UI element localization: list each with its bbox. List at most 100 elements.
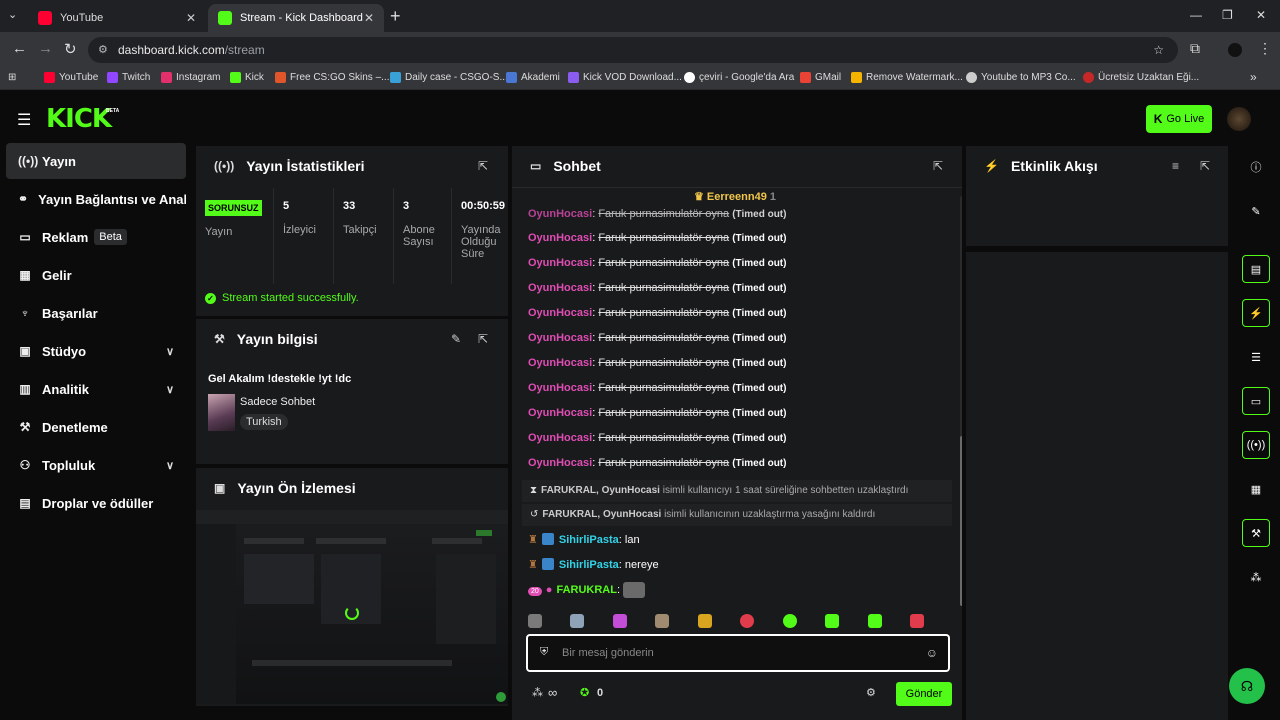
shield-icon[interactable]: ⛨ bbox=[540, 646, 548, 659]
restore-icon[interactable]: ❐ bbox=[1222, 8, 1233, 22]
info-icon[interactable]: ⓘ bbox=[1242, 153, 1270, 181]
site-info-icon[interactable]: ⚙ bbox=[98, 37, 108, 63]
bookmark-kick[interactable]: Kick bbox=[230, 72, 264, 83]
bookmark-ceviri[interactable]: çeviri - Google'da Ara bbox=[684, 72, 794, 83]
emote-icon[interactable] bbox=[528, 613, 542, 628]
bookmarks-more-icon[interactable]: » bbox=[1250, 70, 1257, 84]
popout-icon[interactable]: ⇱ bbox=[478, 332, 488, 346]
broadcast-icon[interactable]: ((•)) bbox=[1242, 431, 1270, 459]
popout-icon[interactable]: ⇱ bbox=[478, 159, 488, 173]
minimize-icon[interactable]: — bbox=[1190, 8, 1202, 22]
star-icon[interactable]: ☆ bbox=[1153, 37, 1164, 63]
send-button[interactable]: Gönder bbox=[896, 682, 952, 706]
close-icon[interactable]: ✕ bbox=[186, 11, 196, 25]
forward-icon[interactable]: → bbox=[38, 40, 53, 57]
back-icon[interactable]: ← bbox=[12, 40, 27, 57]
chat-icon[interactable]: ▭ bbox=[1242, 387, 1270, 415]
apps-grid-icon[interactable]: ⊞ bbox=[8, 72, 16, 83]
emote-icon[interactable] bbox=[570, 613, 585, 628]
emote-icon[interactable] bbox=[825, 613, 840, 628]
bookmark-akademi[interactable]: Akademi bbox=[506, 72, 560, 83]
bookmark-gmail[interactable]: GMail bbox=[800, 72, 841, 83]
sidebar-item-droplar[interactable]: ▤ Droplar ve ödüller bbox=[6, 485, 186, 521]
new-tab-button[interactable]: + bbox=[390, 6, 401, 27]
emote-icon[interactable] bbox=[612, 613, 627, 628]
share-nodes-icon[interactable]: ⁂ bbox=[1242, 563, 1270, 591]
sidebar-item-denetleme[interactable]: ⚒ Denetleme bbox=[6, 409, 186, 445]
stat-stream-health: SORUNSUZ Yayın bbox=[196, 188, 274, 284]
reload-icon[interactable]: ↻ bbox=[64, 40, 77, 58]
stats-columns: SORUNSUZ Yayın 5 İzleyici 33 Takipçi 3 A… bbox=[196, 188, 508, 288]
address-bar: ← → ↻ ⚙ dashboard.kick.com/stream ☆ ⧉ ⋮ bbox=[0, 32, 1280, 68]
kicks-icon[interactable]: ✪ bbox=[580, 686, 589, 699]
sidebar-item-analitik[interactable]: ▥ Analitik ∨ bbox=[6, 371, 186, 407]
kick-logo[interactable]: KICK bbox=[46, 104, 112, 134]
points-icon[interactable]: ⁂ bbox=[532, 686, 543, 699]
extensions-icon[interactable]: ⧉ bbox=[1190, 40, 1200, 57]
sidebar-item-studyo[interactable]: ▣ Stüdyo ∨ bbox=[6, 333, 186, 369]
emote-icon[interactable] bbox=[782, 613, 797, 628]
filter-icon[interactable]: ≡ bbox=[1172, 159, 1179, 173]
bookmark-kick-vod[interactable]: Kick VOD Download... bbox=[568, 72, 682, 83]
sidebar-item-basarilar[interactable]: ♆ Başarılar bbox=[6, 295, 186, 331]
bookmark-remove-watermark[interactable]: Remove Watermark... bbox=[851, 72, 963, 83]
popout-icon[interactable]: ⇱ bbox=[933, 159, 943, 173]
bookmark-daily-case[interactable]: Daily case - CSGO-S... bbox=[390, 72, 508, 83]
sidebar-item-stream-key[interactable]: ⚭ Yayın Bağlantısı ve Anahtarı bbox=[6, 181, 186, 217]
avatar[interactable] bbox=[1227, 107, 1251, 131]
browser-tab-kick[interactable]: Stream - Kick Dashboard ✕ bbox=[208, 4, 384, 32]
bookmarks-bar: ⊞ YouTube Twitch Instagram Kick Free CS:… bbox=[0, 68, 1280, 90]
stat-value: 5 bbox=[283, 200, 290, 212]
emote-icon[interactable] bbox=[655, 613, 670, 628]
lightning-icon[interactable]: ⚡ bbox=[1242, 299, 1270, 327]
bookmark-youtube[interactable]: YouTube bbox=[44, 72, 98, 83]
revenue-icon: ▦ bbox=[19, 268, 31, 282]
emote-icon[interactable] bbox=[740, 613, 755, 628]
emote-quick-bar bbox=[526, 612, 936, 630]
menu-icon[interactable]: ☰ bbox=[17, 110, 31, 130]
stats-widget-icon[interactable]: ▤ bbox=[1242, 255, 1270, 283]
list-icon[interactable]: ☰ bbox=[1242, 343, 1270, 371]
category-name[interactable]: Sadece Sohbet bbox=[240, 396, 315, 408]
browser-tab-youtube[interactable]: YouTube ✕ bbox=[28, 4, 206, 32]
bookmark-yt-mp3[interactable]: Youtube to MP3 Co... bbox=[966, 72, 1076, 83]
sidebar-item-reklam[interactable]: ▭ Reklam Beta bbox=[6, 219, 186, 255]
tab-search-chevron-icon[interactable]: ⌄ bbox=[8, 8, 17, 21]
layout-icon[interactable]: ▦ bbox=[1242, 475, 1270, 503]
stat-value: 00:50:59 bbox=[461, 200, 506, 212]
stat-uptime: 00:50:59 Yayında Olduğu Süre bbox=[452, 188, 508, 284]
bookmark-uzaktan-egitim[interactable]: Ücretsiz Uzaktan Eği... bbox=[1083, 72, 1199, 83]
pinned-gift-banner[interactable]: ♛ Eerreenn49 1 bbox=[512, 190, 958, 208]
wrench-icon[interactable]: ⚒ bbox=[1242, 519, 1270, 547]
profile-icon[interactable] bbox=[1228, 43, 1242, 57]
sidebar-item-topluluk[interactable]: ⚇ Topluluk ∨ bbox=[6, 447, 186, 483]
helmet-badge-icon: ♜ bbox=[528, 534, 538, 546]
emote-icon[interactable] bbox=[867, 613, 882, 628]
go-live-button[interactable]: K Go Live bbox=[1146, 105, 1212, 133]
bookmark-twitch[interactable]: Twitch bbox=[107, 72, 150, 83]
bookmark-instagram[interactable]: Instagram bbox=[161, 72, 220, 83]
url-input[interactable]: ⚙ dashboard.kick.com/stream ☆ bbox=[88, 37, 1178, 63]
sidebar: ((•)) Yayın ⚭ Yayın Bağlantısı ve Anahta… bbox=[0, 143, 192, 720]
google-icon bbox=[684, 72, 695, 83]
window-close-icon[interactable]: ✕ bbox=[1256, 8, 1266, 22]
edit-pencil-icon[interactable]: ✎ bbox=[451, 332, 461, 346]
sidebar-item-yayin[interactable]: ((•)) Yayın bbox=[6, 143, 186, 179]
chat-scrollbar-thumb[interactable] bbox=[960, 436, 962, 606]
chat-message-input[interactable]: ⛨ Bir mesaj gönderin ☺ bbox=[526, 634, 950, 672]
close-icon[interactable]: ✕ bbox=[364, 11, 374, 25]
emote-icon[interactable] bbox=[697, 613, 712, 628]
settings-gear-icon[interactable]: ⚙ bbox=[866, 686, 876, 699]
menu-dots-icon[interactable]: ⋮ bbox=[1258, 40, 1272, 57]
edit-pencil-icon[interactable]: ✎ bbox=[1242, 197, 1270, 225]
sidebar-item-gelir[interactable]: ▦ Gelir bbox=[6, 257, 186, 293]
stream-preview-video[interactable] bbox=[196, 510, 508, 704]
bookmark-csgo-skins[interactable]: Free CS:GO Skins –... bbox=[275, 72, 389, 83]
popout-icon[interactable]: ⇱ bbox=[1200, 159, 1210, 173]
chat-message: OyunHocasi: Faruk purnasimulatör oyna (T… bbox=[528, 257, 787, 269]
emoji-icon[interactable]: ☺ bbox=[926, 646, 938, 660]
emote-icon[interactable] bbox=[910, 613, 925, 628]
stat-label: Yayın bbox=[205, 226, 233, 238]
support-headset-icon[interactable]: ☊ bbox=[1229, 668, 1265, 704]
pinned-user: Eerreenn49 bbox=[706, 191, 767, 203]
